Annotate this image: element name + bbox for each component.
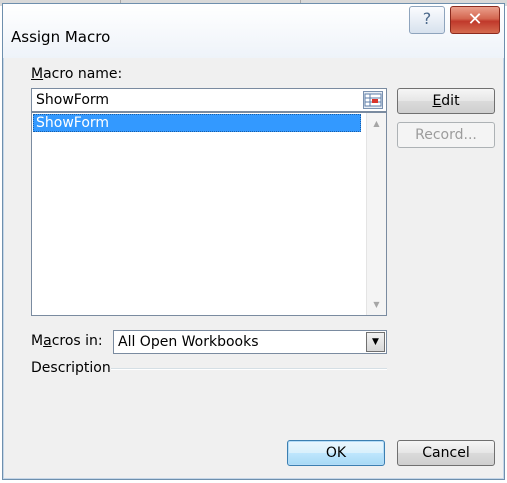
question-mark-icon: ? — [422, 9, 432, 28]
assign-macro-dialog: Assign Macro ? ✕ Macro name: ShowForm Sh… — [2, 3, 505, 480]
macros-in-value: All Open Workbooks — [118, 334, 259, 350]
title-bar[interactable]: Assign Macro ? ✕ — [3, 4, 504, 58]
macros-in-label: Macros in: — [31, 333, 103, 349]
chevron-down-icon[interactable]: ▼ — [366, 332, 385, 352]
dialog-title: Assign Macro — [11, 28, 111, 46]
macro-name-label: Macro name: — [31, 66, 123, 82]
scroll-down-icon[interactable]: ▼ — [367, 300, 386, 309]
ok-button[interactable]: OK — [287, 440, 385, 466]
collapse-dialog-icon[interactable] — [363, 91, 383, 109]
cancel-button[interactable]: Cancel — [397, 440, 495, 466]
list-scrollbar[interactable]: ▲ ▼ — [366, 113, 386, 315]
macros-in-dropdown[interactable]: All Open Workbooks ▼ — [113, 330, 387, 354]
record-button[interactable]: Record... — [397, 122, 495, 148]
macro-name-value: ShowForm — [36, 92, 110, 108]
close-button[interactable]: ✕ — [450, 6, 500, 34]
macro-list[interactable]: ShowForm ▲ ▼ — [31, 112, 387, 316]
edit-button[interactable]: Edit — [397, 88, 495, 114]
list-item-showform[interactable]: ShowForm — [33, 114, 361, 132]
description-label: Description — [31, 360, 111, 376]
description-divider — [111, 368, 387, 370]
scroll-up-icon[interactable]: ▲ — [367, 119, 386, 128]
macro-name-input[interactable]: ShowForm — [31, 88, 387, 112]
close-x-icon: ✕ — [467, 9, 483, 30]
help-button[interactable]: ? — [409, 6, 445, 34]
